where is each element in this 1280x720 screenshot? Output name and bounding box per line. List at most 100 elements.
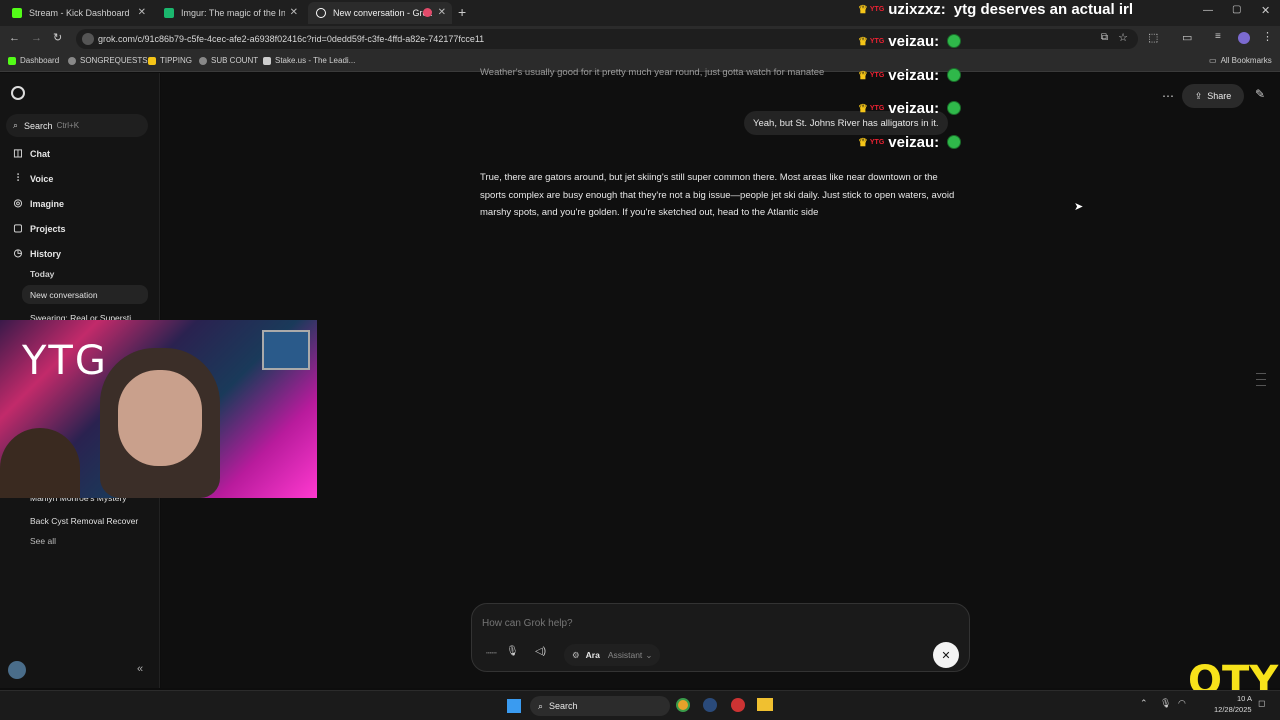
- chat-icon: ◫: [13, 148, 23, 159]
- bookmark-label: Dashboard: [20, 56, 60, 65]
- address-bar[interactable]: grok.com/c/91c86b79-c5fe-4cec-afe2-a6938…: [76, 29, 1138, 49]
- voice-selector[interactable]: ⚙ Ara Assistant ⌄: [564, 644, 661, 666]
- nav-label: Chat: [30, 148, 50, 159]
- clock-date[interactable]: 12/28/2025: [1214, 705, 1252, 714]
- bookmark-star-icon[interactable]: ☆: [1118, 31, 1128, 44]
- bookmark-icon: [148, 56, 156, 65]
- chevron-up-icon[interactable]: ⌃: [1140, 698, 1148, 709]
- scroll-marker[interactable]: [1256, 379, 1266, 380]
- badge-icon: YTG: [869, 104, 885, 112]
- chat-overlay-row: ♛ YTG veizau:: [858, 64, 962, 86]
- badge-icon: YTG: [869, 138, 885, 146]
- more-options-icon[interactable]: ⋯: [1162, 89, 1174, 103]
- bookmark-label: TIPPING: [160, 56, 193, 65]
- nav-imagine[interactable]: ◎ Imagine: [12, 198, 64, 209]
- collapse-sidebar-icon[interactable]: «: [137, 663, 143, 675]
- search-icon: ⌕: [13, 120, 19, 130]
- assistant-message: True, there are gators around, but jet s…: [480, 172, 955, 218]
- microphone-icon[interactable]: 🎙: [506, 646, 519, 657]
- close-tab-icon[interactable]: ✕: [290, 7, 298, 18]
- profile-avatar[interactable]: [1238, 32, 1250, 44]
- media-controls-icon[interactable]: ≡: [1215, 31, 1221, 42]
- maximize-window-button[interactable]: ▢: [1232, 4, 1241, 15]
- search-label: Search: [24, 120, 53, 131]
- tab-grok[interactable]: New conversation - Grok ✕: [308, 2, 452, 24]
- crown-icon: ♛: [858, 69, 868, 82]
- close-window-button[interactable]: ✕: [1261, 4, 1270, 17]
- history-item[interactable]: New conversation: [30, 290, 145, 300]
- tab-title: New conversation - Grok: [333, 8, 433, 18]
- bookmark-stake[interactable]: Stake.us - The Leadi...: [263, 56, 355, 65]
- bookmark-dashboard[interactable]: Dashboard: [8, 56, 59, 65]
- prompt-input[interactable]: [482, 614, 952, 632]
- site-info-icon[interactable]: [82, 33, 94, 45]
- install-app-icon[interactable]: ⧉: [1101, 32, 1108, 43]
- new-tab-button[interactable]: +: [458, 4, 466, 20]
- crown-icon: ♛: [858, 3, 868, 16]
- new-chat-icon[interactable]: ✎: [1255, 87, 1265, 101]
- extensions-icon[interactable]: ⬚: [1148, 31, 1158, 44]
- microphone-tray-icon[interactable]: 🎙: [1160, 698, 1171, 709]
- bookmark-sub-count[interactable]: SUB COUNT: [199, 56, 258, 65]
- share-button[interactable]: ⇪ Share: [1182, 84, 1244, 108]
- back-arrow-icon[interactable]: ←: [9, 32, 20, 44]
- waveform-icon[interactable]: ┄┄: [486, 648, 497, 659]
- browser-menu-icon[interactable]: ⋮: [1262, 30, 1273, 43]
- chat-overlay-row: ♛ YTG veizau:: [858, 97, 962, 119]
- folder-icon: ▭: [1209, 56, 1217, 65]
- plush-toy: [0, 428, 80, 498]
- file-explorer-icon[interactable]: [757, 698, 773, 711]
- speaker-icon[interactable]: ◁): [535, 646, 546, 657]
- webcam-overlay: YTG: [0, 320, 317, 498]
- imagine-icon: ◎: [13, 198, 23, 209]
- nav-label: Projects: [30, 223, 66, 234]
- emote-icon: [947, 68, 962, 82]
- crown-icon: ♛: [858, 35, 868, 48]
- search-button[interactable]: ⌕ Search Ctrl+K: [6, 114, 148, 137]
- see-all-link[interactable]: See all: [30, 536, 145, 546]
- voice-icon: ⫶: [16, 173, 20, 184]
- history-item[interactable]: Back Cyst Removal Recover: [30, 516, 145, 526]
- chat-username: veizau:: [888, 133, 940, 151]
- crown-icon: ♛: [858, 136, 868, 149]
- close-voice-button[interactable]: ✕: [933, 642, 959, 668]
- scroll-marker[interactable]: [1256, 373, 1266, 374]
- bookmark-tipping[interactable]: TIPPING: [148, 56, 192, 65]
- grok-logo-icon[interactable]: [11, 86, 25, 100]
- badge-icon: YTG: [869, 5, 885, 13]
- nav-projects[interactable]: ▢ Projects: [12, 223, 66, 234]
- close-tab-icon[interactable]: ✕: [438, 7, 446, 18]
- voice-role: Assistant: [607, 650, 643, 660]
- windows-taskbar: ⌕ Search ⌃ 🎙 ◠ 10 A 12/28/2025 ◻: [0, 690, 1280, 720]
- scroll-marker[interactable]: [1256, 385, 1266, 386]
- tab-title: Stream - Kick Dashboard: [29, 8, 130, 18]
- clock-time[interactable]: 10 A: [1230, 694, 1252, 703]
- wifi-icon[interactable]: ◠: [1178, 698, 1186, 709]
- tab-kick-dashboard[interactable]: Stream - Kick Dashboard ✕: [4, 2, 152, 24]
- chrome-icon[interactable]: [676, 698, 690, 712]
- crown-icon: ♛: [858, 102, 868, 115]
- minimize-window-button[interactable]: —: [1203, 5, 1213, 16]
- chat-overlay-row: ♛ YTG veizau:: [858, 30, 962, 52]
- forward-arrow-icon[interactable]: →: [31, 32, 42, 44]
- bookmark-songrequests[interactable]: SONGREQUESTS: [68, 56, 148, 65]
- bookmark-icon: [199, 56, 207, 65]
- all-bookmarks-button[interactable]: ▭ All Bookmarks: [1209, 56, 1272, 65]
- tab-imgur[interactable]: Imgur: The magic of the Interne ✕: [156, 2, 304, 24]
- app-icon[interactable]: [731, 698, 745, 712]
- history-group-today: Today: [30, 269, 55, 279]
- windows-start-icon[interactable]: [507, 699, 521, 713]
- nav-chat[interactable]: ◫ Chat: [12, 148, 50, 159]
- nav-history[interactable]: ◷ History: [12, 248, 61, 259]
- reload-icon[interactable]: ↻: [53, 31, 62, 44]
- nav-voice[interactable]: ⫶ Voice: [12, 173, 54, 184]
- chat-username: veizau:: [888, 32, 940, 50]
- taskbar-search[interactable]: ⌕ Search: [530, 696, 670, 716]
- steam-icon[interactable]: [703, 698, 717, 712]
- user-avatar[interactable]: [8, 661, 26, 679]
- tab-title: Imgur: The magic of the Interne: [181, 8, 285, 18]
- sidepanel-icon[interactable]: ▭: [1182, 31, 1192, 44]
- notification-icon[interactable]: ◻: [1258, 698, 1265, 709]
- arcade-screen: [262, 330, 310, 370]
- close-tab-icon[interactable]: ✕: [138, 7, 146, 18]
